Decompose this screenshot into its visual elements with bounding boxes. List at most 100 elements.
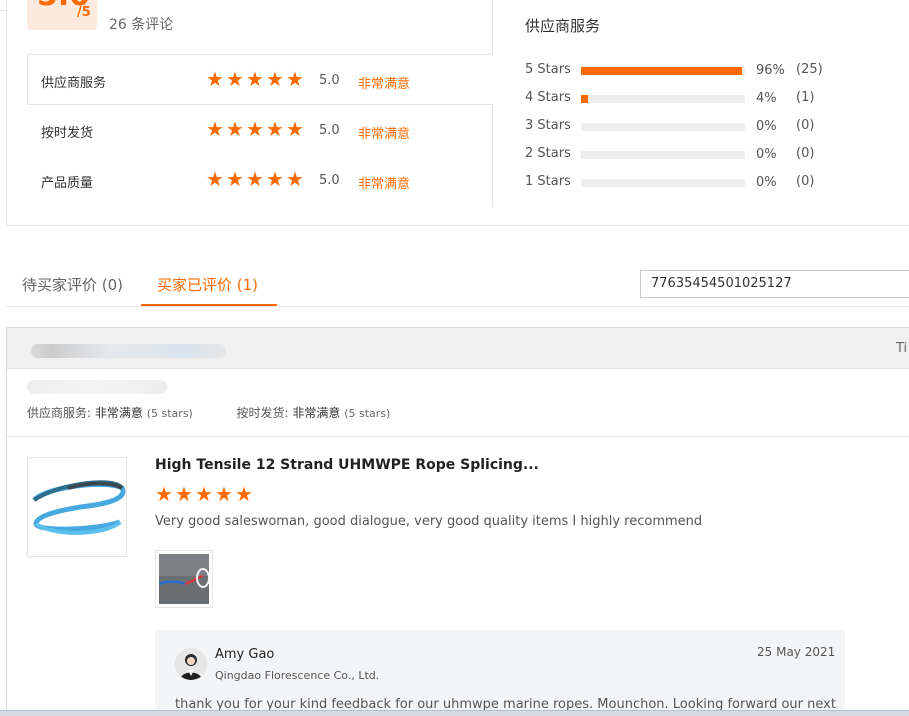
reply-author-name: Amy Gao (215, 647, 275, 662)
review-card: Ti 供应商服务: 非常满意 (5 stars) 按时发货: 非常满意 (5 s… (6, 327, 909, 716)
dimension-label: 产品质量 (41, 176, 94, 191)
dimension-stars: ★ ★ ★ ★ ★ (206, 67, 305, 91)
distribution-percent: 4% (756, 91, 777, 106)
review-count: 26 条评论 (109, 17, 174, 33)
dimension-verdict: 非常满意 (358, 127, 411, 142)
blurred-buyer-info (31, 344, 226, 358)
star-icon: ★ (235, 482, 253, 506)
distribution-count: (1) (796, 90, 815, 105)
star-icon: ★ (286, 67, 304, 91)
star-icon: ★ (246, 117, 264, 141)
distribution-count: (0) (796, 174, 815, 189)
distribution-bar-track (581, 67, 745, 75)
distribution-percent: 0% (756, 119, 777, 134)
dimension-score: 5.0 (319, 73, 340, 88)
tab-reviewed[interactable]: 买家已评价 (1) (157, 274, 258, 295)
distribution-row: 1 Stars 0% (0) (525, 174, 865, 192)
star-icon: ★ (215, 482, 233, 506)
distribution-bar-track (581, 179, 745, 187)
service-stars-text: (5 stars) (146, 407, 193, 420)
distribution-count: (0) (796, 146, 815, 161)
shipping-label: 按时发货: (236, 406, 289, 420)
star-icon: ★ (266, 167, 284, 191)
distribution-row: 3 Stars 0% (0) (525, 118, 865, 136)
dimension-stars: ★ ★ ★ ★ ★ (206, 117, 305, 141)
star-icon: ★ (206, 117, 224, 141)
review-text: Very good saleswoman, good dialogue, ver… (155, 514, 703, 529)
tab-pending-reviews[interactable]: 待买家评价 (0) (22, 274, 123, 295)
service-value: 非常满意 (94, 406, 143, 420)
star-icon: ★ (195, 482, 213, 506)
star-icon: ★ (206, 67, 224, 91)
order-search-input[interactable]: 77635454501025127 (640, 270, 909, 298)
dimension-row-service: 供应商服务 ★ ★ ★ ★ ★ 5.0 非常满意 (41, 67, 481, 92)
rope-image (32, 480, 126, 535)
review-meta: 供应商服务: 非常满意 (5 stars) 按时发货: 非常满意 (5 star… (27, 404, 390, 421)
review-stars: ★ ★ ★ ★ ★ (155, 482, 254, 506)
star-icon: ★ (286, 167, 304, 191)
overall-score-badge: 5.0 /5 (27, 0, 97, 30)
distribution-percent: 0% (756, 147, 777, 162)
star-icon: ★ (246, 67, 264, 91)
divider (27, 104, 493, 105)
overall-score-max: /5 (77, 5, 91, 20)
distribution-label: 5 Stars (525, 62, 571, 77)
reply-date: 25 May 2021 (757, 645, 836, 659)
distribution-count: (0) (796, 118, 815, 133)
distribution-percent: 96% (756, 63, 785, 78)
shipping-value: 非常满意 (292, 406, 341, 420)
divider (492, 0, 493, 55)
dimension-row-quality: 产品质量 ★ ★ ★ ★ ★ 5.0 非常满意 (41, 167, 481, 192)
dimension-score: 5.0 (319, 123, 340, 138)
shipping-stars-text: (5 stars) (344, 407, 391, 420)
dimension-verdict: 非常满意 (358, 77, 411, 92)
blurred-buyer-detail (27, 380, 167, 394)
distribution-label: 2 Stars (525, 146, 571, 161)
star-icon: ★ (206, 167, 224, 191)
distribution-count: (25) (796, 62, 823, 77)
rating-summary-card: 5.0 /5 26 条评论 供应商服务 ★★★★★ 5.0 非常满意 按时发货 … (6, 0, 909, 226)
distribution-label: 1 Stars (525, 174, 571, 189)
star-icon: ★ (266, 117, 284, 141)
distribution-label: 4 Stars (525, 90, 571, 105)
distribution-row: 2 Stars 0% (0) (525, 146, 865, 164)
distribution-percent: 0% (756, 175, 777, 190)
review-photo[interactable] (155, 550, 213, 608)
distribution-bar-track (581, 95, 745, 103)
review-photo-image (158, 554, 210, 604)
review-header: Ti (7, 328, 909, 369)
divider (27, 54, 28, 105)
distribution-title: 供应商服务 (525, 17, 601, 35)
dimension-verdict: 非常满意 (358, 177, 411, 192)
star-icon: ★ (226, 117, 244, 141)
product-title[interactable]: High Tensile 12 Strand UHMWPE Rope Splic… (155, 457, 539, 473)
star-icon: ★ (226, 167, 244, 191)
divider (27, 54, 493, 55)
divider (492, 104, 493, 206)
taskbar (0, 710, 909, 716)
dimension-label: 供应商服务 (41, 76, 107, 91)
star-icon: ★ (246, 167, 264, 191)
distribution-bar-fill (581, 95, 588, 103)
avatar-image (175, 648, 207, 680)
distribution-row: 4 Stars 4% (1) (525, 90, 865, 108)
review-header-time-label: Ti (896, 341, 908, 356)
star-icon: ★ (155, 482, 173, 506)
tabs-divider (6, 306, 909, 307)
dimension-score: 5.0 (319, 173, 340, 188)
distribution-label: 3 Stars (525, 118, 571, 133)
distribution-row: 5 Stars 96% (25) (525, 62, 865, 80)
star-icon: ★ (266, 67, 284, 91)
supplier-reply: Amy Gao Qingdao Florescence Co., Ltd. 25… (155, 630, 845, 716)
avatar (175, 648, 207, 680)
star-icon: ★ (286, 117, 304, 141)
distribution-bar-track (581, 151, 745, 159)
dimension-row-shipping: 按时发货 ★ ★ ★ ★ ★ 5.0 非常满意 (41, 117, 481, 142)
distribution-bar-fill (581, 67, 742, 75)
dimension-label: 按时发货 (41, 126, 94, 141)
star-icon: ★ (226, 67, 244, 91)
divider (7, 436, 909, 437)
product-image[interactable] (27, 457, 127, 557)
reply-company: Qingdao Florescence Co., Ltd. (215, 669, 380, 682)
star-icon: ★ (175, 482, 193, 506)
